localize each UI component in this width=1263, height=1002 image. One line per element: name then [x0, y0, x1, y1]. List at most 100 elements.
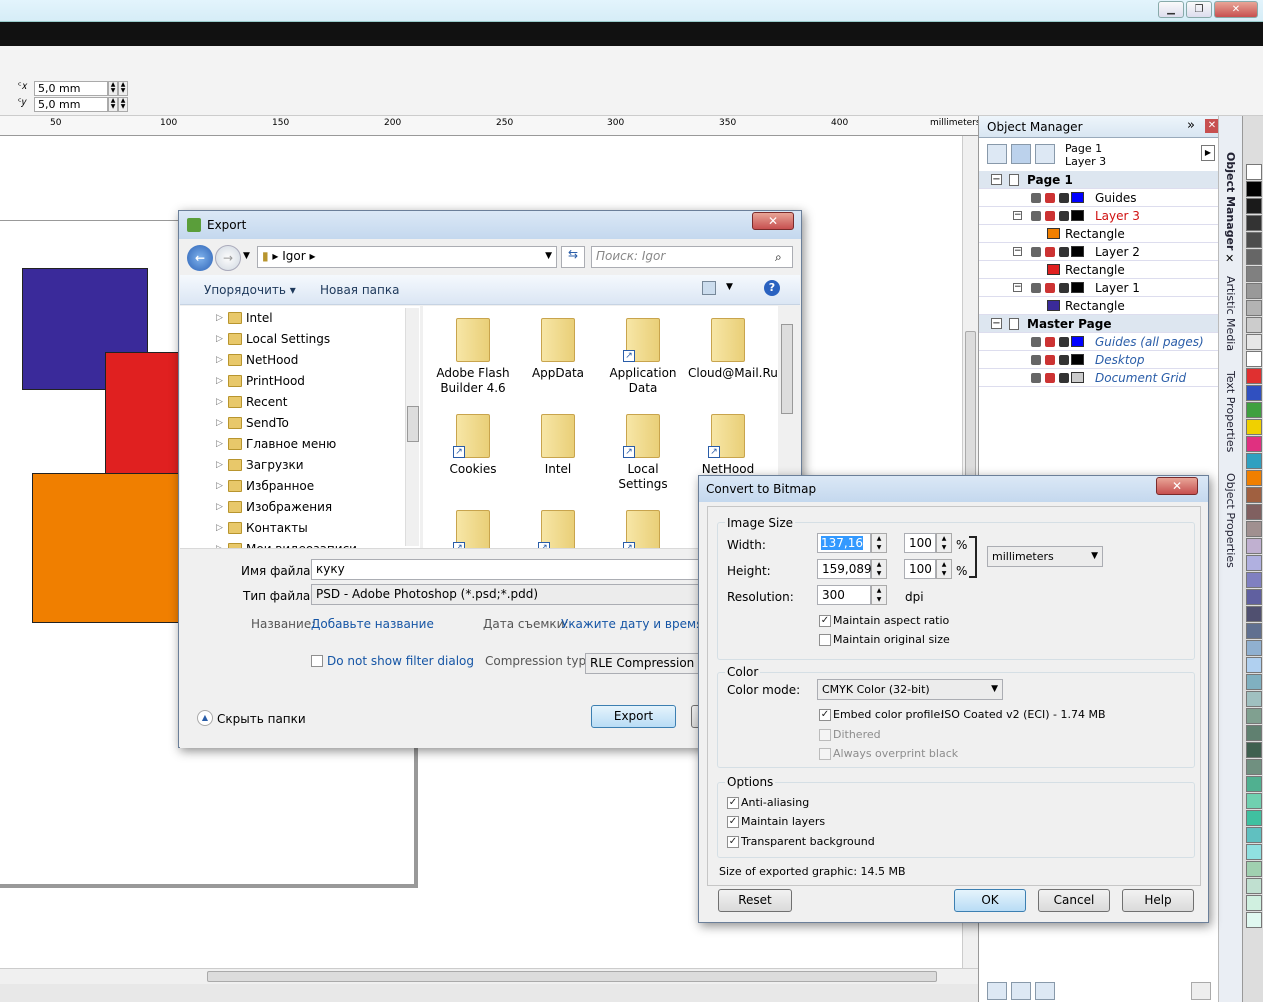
object-tree-row[interactable]: Rectangle — [979, 297, 1219, 315]
object-tree-row[interactable]: Desktop — [979, 351, 1219, 369]
palette-swatch[interactable] — [1246, 912, 1262, 928]
tab-artistic-media[interactable]: Artistic Media — [1224, 276, 1237, 351]
anti-aliasing-checkbox[interactable]: ✓ — [727, 797, 739, 809]
width-percent-spinner[interactable]: ▲ ▼ — [936, 533, 952, 553]
expand-arrow-icon[interactable]: ▷ — [216, 476, 223, 497]
new-layer-icon[interactable] — [987, 982, 1007, 1000]
palette-swatch[interactable] — [1246, 436, 1262, 452]
palette-swatch[interactable] — [1246, 300, 1262, 316]
color-mode-select[interactable]: CMYK Color (32-bit) ▼ — [817, 679, 1003, 700]
print-icon[interactable] — [1045, 355, 1055, 365]
collapse-icon[interactable]: − — [1013, 283, 1022, 292]
expand-arrow-icon[interactable]: ▷ — [216, 497, 223, 518]
address-bar[interactable]: ▮ ▸ Igor ▸ ▼ — [257, 246, 557, 268]
expand-arrow-icon[interactable]: ▷ — [216, 518, 223, 539]
address-dropdown-icon[interactable]: ▼ — [545, 247, 552, 266]
embed-profile-checkbox[interactable]: ✓ — [819, 709, 831, 721]
tab-object-manager[interactable]: Object Manager — [1224, 152, 1237, 250]
lock-icon[interactable] — [1059, 373, 1069, 383]
tree-scrollbar[interactable] — [405, 308, 419, 546]
tree-item[interactable]: ▷ Контакты — [180, 518, 404, 539]
lock-icon[interactable] — [1059, 211, 1069, 221]
history-dropdown-icon[interactable]: ▼ — [243, 251, 250, 261]
tree-item[interactable]: ▷ Изображения — [180, 497, 404, 518]
horizontal-scroll-thumb[interactable] — [207, 971, 937, 982]
palette-swatch[interactable] — [1246, 181, 1262, 197]
no-filter-checkbox[interactable] — [311, 655, 323, 667]
edit-across-layers-icon[interactable] — [1011, 144, 1031, 164]
maintain-aspect-checkbox[interactable]: ✓ — [819, 615, 831, 627]
height-percent-spinner[interactable]: ▲ ▼ — [936, 559, 952, 579]
palette-swatch[interactable] — [1246, 793, 1262, 809]
palette-swatch[interactable] — [1246, 861, 1262, 877]
x-offset-spinner-2[interactable]: ▲ ▼ — [118, 81, 128, 96]
print-icon[interactable] — [1045, 283, 1055, 293]
bitmap-close-button[interactable]: ✕ — [1156, 477, 1198, 495]
width-spinner[interactable]: ▲ ▼ — [871, 533, 887, 553]
lock-icon[interactable] — [1059, 283, 1069, 293]
eye-icon[interactable] — [1031, 373, 1041, 383]
back-button[interactable]: ← — [187, 245, 213, 271]
minimize-button[interactable]: ▁ — [1158, 1, 1184, 18]
object-tree-row[interactable]: − Page 1 — [979, 171, 1219, 189]
new-master-layer-icon[interactable] — [1011, 982, 1031, 1000]
tab-close-icon[interactable]: ✕ — [1225, 252, 1234, 265]
resolution-input[interactable]: 300 — [817, 585, 871, 605]
tree-item[interactable]: ▷ SendTo — [180, 413, 404, 434]
expand-arrow-icon[interactable]: ▷ — [216, 455, 223, 476]
object-tree-row[interactable]: Guides (all pages) — [979, 333, 1219, 351]
restore-button[interactable]: ❐ — [1186, 1, 1212, 18]
palette-swatch[interactable] — [1246, 164, 1262, 180]
file-item[interactable]: Intel — [518, 408, 598, 502]
lock-icon[interactable] — [1059, 355, 1069, 365]
print-icon[interactable] — [1045, 211, 1055, 221]
palette-swatch[interactable] — [1246, 640, 1262, 656]
eye-icon[interactable] — [1031, 355, 1041, 365]
palette-swatch[interactable] — [1246, 402, 1262, 418]
object-tree-row[interactable]: Guides — [979, 189, 1219, 207]
palette-swatch[interactable] — [1246, 555, 1262, 571]
palette-swatch[interactable] — [1246, 453, 1262, 469]
palette-swatch[interactable] — [1246, 470, 1262, 486]
layer-manager-view-icon[interactable] — [1035, 144, 1055, 164]
new-folder-button[interactable]: Новая папка — [320, 283, 399, 297]
close-panel-icon[interactable]: ✕ — [1205, 119, 1219, 133]
tree-item[interactable]: ▷ Recent — [180, 392, 404, 413]
tree-item[interactable]: ▷ Мои видеозаписи — [180, 539, 404, 548]
export-close-button[interactable]: ✕ — [752, 212, 794, 230]
cancel-button[interactable]: Cancel — [1038, 889, 1110, 912]
refresh-icon[interactable]: ⇆ — [561, 246, 585, 268]
x-offset-field[interactable]: 5,0 mm — [34, 81, 108, 96]
tree-item[interactable]: ▷ NetHood — [180, 350, 404, 371]
new-master-layer-all-icon[interactable] — [1035, 982, 1055, 1000]
expand-arrow-icon[interactable]: ▷ — [216, 371, 223, 392]
object-tree-row[interactable]: − Master Page — [979, 315, 1219, 333]
height-input[interactable]: 159,089 — [817, 559, 872, 579]
file-item[interactable]: Adobe Flash Builder 4.6 — [433, 312, 513, 406]
add-title-link[interactable]: Добавьте название — [311, 617, 434, 631]
expand-icon[interactable]: » — [1187, 118, 1195, 133]
export-button[interactable]: Export — [591, 705, 676, 728]
file-item[interactable]: ↗ Local Settings — [603, 408, 683, 502]
maintain-original-checkbox[interactable] — [819, 634, 831, 646]
transparent-bg-checkbox[interactable]: ✓ — [727, 836, 739, 848]
collapse-icon[interactable]: − — [991, 174, 1002, 185]
transparent-bg-label[interactable]: Transparent background — [741, 835, 875, 848]
overprint-label[interactable]: Always overprint black — [833, 747, 958, 760]
palette-swatch[interactable] — [1246, 572, 1262, 588]
tree-item[interactable]: ▷ PrintHood — [180, 371, 404, 392]
palette-swatch[interactable] — [1246, 283, 1262, 299]
object-tree-row[interactable]: Rectangle — [979, 261, 1219, 279]
expand-arrow-icon[interactable]: ▷ — [216, 308, 223, 329]
palette-swatch[interactable] — [1246, 589, 1262, 605]
print-icon[interactable] — [1045, 193, 1055, 203]
files-scroll-thumb[interactable] — [781, 324, 793, 414]
horizontal-ruler[interactable]: 50 100 150 200 250 300 350 400 millimete… — [0, 116, 981, 136]
tree-item[interactable]: ▷ Загрузки — [180, 455, 404, 476]
x-offset-spinner[interactable]: ▲ ▼ — [108, 81, 118, 96]
maintain-layers-label[interactable]: Maintain layers — [741, 815, 825, 828]
no-filter-label[interactable]: Do not show filter dialog — [327, 654, 474, 668]
palette-swatch[interactable] — [1246, 844, 1262, 860]
object-tree-row[interactable]: − Layer 1 — [979, 279, 1219, 297]
palette-swatch[interactable] — [1246, 776, 1262, 792]
